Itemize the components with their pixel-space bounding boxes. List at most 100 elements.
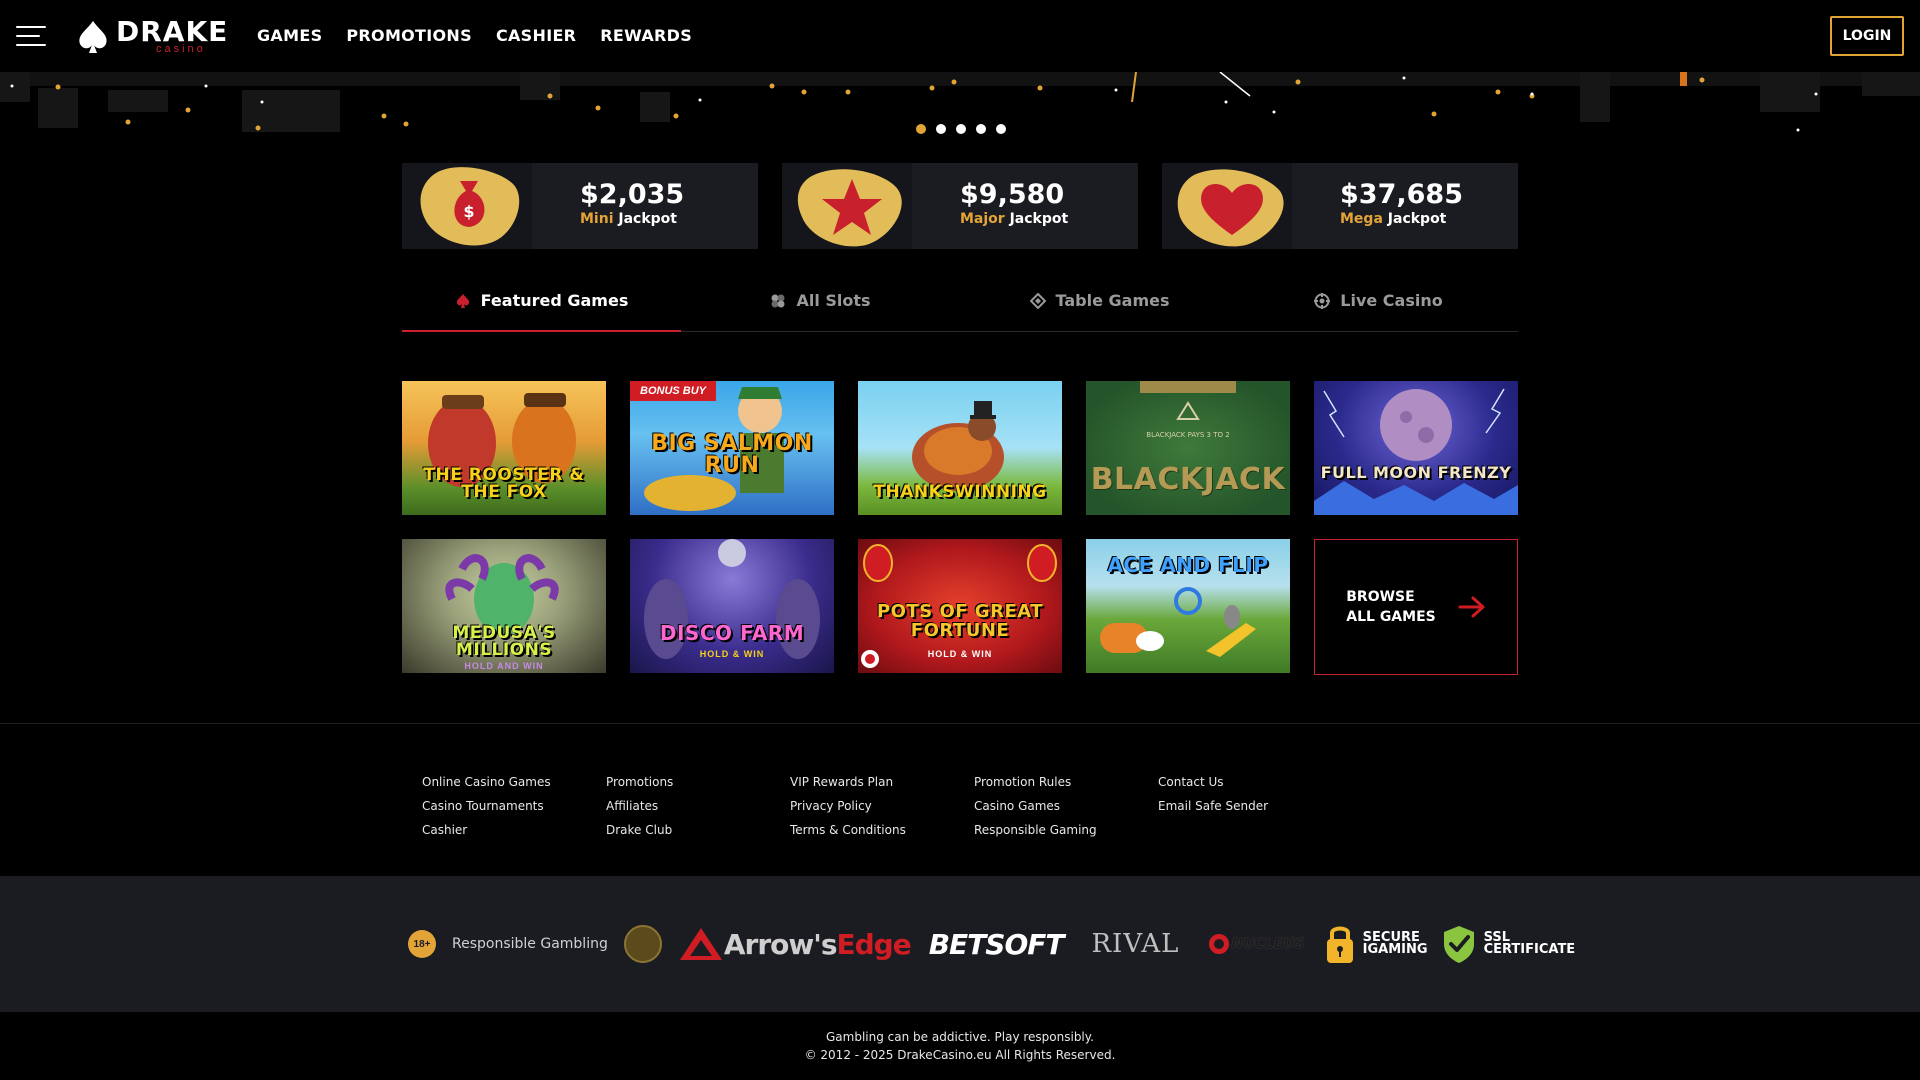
jackpot-label: Major Jackpot — [960, 211, 1069, 227]
game-title: THANKSWINNING — [873, 482, 1047, 502]
footer-col: Contact Us Email Safe Sender — [1158, 770, 1342, 842]
game-tile-rooster-fox[interactable]: THE ROOSTER & THE FOX — [402, 381, 606, 515]
nucleus-logo: NUCLEUS — [1209, 934, 1305, 954]
footer-link[interactable]: Casino Tournaments — [422, 794, 606, 818]
arrows-edge-icon — [679, 928, 722, 960]
copyright-footer: Gambling can be addictive. Play responsi… — [0, 1012, 1920, 1080]
age-18-badge: 18+ — [408, 930, 436, 958]
footer-link[interactable]: Drake Club — [606, 818, 790, 842]
game-tile-full-moon-frenzy[interactable]: FULL MOON FRENZY — [1314, 381, 1518, 515]
game-title: ACE AND FLIP — [1107, 553, 1269, 577]
jackpot-mini: $ $2,035 Mini Jackpot — [402, 163, 758, 249]
footer-link[interactable]: Privacy Policy — [790, 794, 974, 818]
jackpot-label: Mega Jackpot — [1340, 211, 1447, 227]
jackpot-panels: $ $2,035 Mini Jackpot $9,580 Major Jackp… — [402, 163, 1518, 249]
money-bag-icon: $ — [420, 167, 520, 246]
jackpot-amount: $9,580 — [960, 179, 1065, 210]
game-tile-ace-and-flip[interactable]: ACE AND FLIP — [1086, 539, 1290, 673]
footer-link[interactable]: Online Casino Games — [422, 770, 606, 794]
footer-link[interactable]: Email Safe Sender — [1158, 794, 1342, 818]
tab-featured-games[interactable]: Featured Games — [402, 270, 681, 332]
responsible-notice: Gambling can be addictive. Play responsi… — [826, 1030, 1094, 1044]
chip-icon — [1314, 292, 1331, 309]
footer-col: Online Casino Games Casino Tournaments C… — [422, 770, 606, 842]
game-tile-big-salmon-run[interactable]: BONUS BUY BIG SALMON RUN — [630, 381, 834, 515]
carousel-dot[interactable] — [976, 124, 986, 134]
footer-link[interactable]: Promotion Rules — [974, 770, 1158, 794]
top-header: DRAKE casino GAMES PROMOTIONS CASHIER RE… — [0, 0, 1920, 72]
ssl-certificate-badge: SSL CERTIFICATE — [1442, 924, 1575, 964]
secure-igaming-badge: SECURE IGAMING — [1325, 923, 1428, 965]
footer-link[interactable]: Responsible Gaming — [974, 818, 1158, 842]
nav-cashier[interactable]: CASHIER — [496, 26, 576, 45]
tab-live-casino[interactable]: Live Casino — [1239, 270, 1518, 331]
footer-links-section: Online Casino Games Casino Tournaments C… — [0, 723, 1920, 876]
menu-icon[interactable] — [16, 26, 46, 46]
tab-table-games[interactable]: Table Games — [960, 270, 1239, 331]
slots-icon — [771, 294, 785, 307]
jackpot-major: $9,580 Major Jackpot — [782, 163, 1138, 249]
game-subtitle: HOLD & WIN — [699, 649, 765, 659]
star-icon — [797, 169, 902, 247]
svg-text:BLACKJACK PAYS 3 TO 2: BLACKJACK PAYS 3 TO 2 — [1146, 431, 1229, 439]
carousel-dot[interactable] — [936, 124, 946, 134]
footer-links: Online Casino Games Casino Tournaments C… — [422, 770, 1342, 842]
game-title: FULL MOON FRENZY — [1320, 463, 1512, 482]
drake-logo[interactable]: DRAKE casino — [76, 18, 228, 55]
jackpot-amount: $2,035 — [580, 179, 685, 210]
carousel-dot[interactable] — [956, 124, 966, 134]
game-tile-medusas-millions[interactable]: MEDUSA'S MILLIONS HOLD AND WIN — [402, 539, 606, 673]
game-artwork — [1314, 388, 1518, 515]
login-button[interactable]: LOGIN — [1830, 16, 1904, 56]
featured-games-grid: THE ROOSTER & THE FOX BONUS BUY BIG SALM… — [402, 381, 1518, 675]
carousel-dots — [916, 124, 1006, 134]
game-tile-blackjack[interactable]: BLACKJACK PAYS 3 TO 2 BLACKJACK — [1086, 381, 1290, 515]
nav-promotions[interactable]: PROMOTIONS — [346, 26, 472, 45]
copyright-text: © 2012 - 2025 DrakeCasino.eu All Rights … — [804, 1048, 1116, 1062]
nucleus-ring-icon — [1209, 934, 1230, 954]
carousel-dot[interactable] — [996, 124, 1006, 134]
nav-games[interactable]: GAMES — [257, 26, 322, 45]
game-tile-disco-farm[interactable]: DISCO FARM HOLD & WIN — [630, 539, 834, 673]
browse-line-1: BROWSE — [1346, 589, 1415, 605]
game-category-tabs: Featured Games All Slots Table Games Liv… — [402, 270, 1518, 332]
footer-col: Promotion Rules Casino Games Responsible… — [974, 770, 1158, 842]
tab-all-slots[interactable]: All Slots — [681, 270, 960, 331]
footer-col: VIP Rewards Plan Privacy Policy Terms & … — [790, 770, 974, 842]
partners-bar: 18+ Responsible Gambling Arrow'sEdge BET… — [0, 876, 1920, 1012]
city-skyline-image — [0, 72, 1920, 152]
spade-icon — [456, 293, 469, 308]
footer-link[interactable]: Terms & Conditions — [790, 818, 974, 842]
game-tile-thankswinning[interactable]: THANKSWINNING — [858, 381, 1062, 515]
footer-link[interactable]: Casino Games — [974, 794, 1158, 818]
arrow-right-icon — [1458, 596, 1485, 618]
game-title: POTS OF GREAT FORTUNE — [876, 601, 1044, 642]
footer-col: Promotions Affiliates Drake Club — [606, 770, 790, 842]
padlock-icon — [1326, 926, 1353, 963]
footer-link[interactable]: VIP Rewards Plan — [790, 770, 974, 794]
jackpot-mega: $37,685 Mega Jackpot — [1162, 163, 1518, 249]
footer-link[interactable]: Promotions — [606, 770, 790, 794]
shield-check-icon — [1443, 926, 1474, 963]
game-title: MEDUSA'S MILLIONS — [452, 623, 556, 660]
footer-link[interactable]: Contact Us — [1158, 770, 1342, 794]
heart-icon — [1177, 169, 1284, 247]
betsoft-logo: BETSOFT — [928, 927, 1065, 961]
carousel-dot[interactable] — [916, 124, 926, 134]
game-title: THE ROOSTER & THE FOX — [423, 465, 585, 502]
game-tile-pots-of-great-fortune[interactable]: POTS OF GREAT FORTUNE HOLD & WIN — [858, 539, 1062, 673]
footer-link[interactable]: Cashier — [422, 818, 606, 842]
game-subtitle: HOLD AND WIN — [464, 661, 544, 671]
footer-link[interactable]: Affiliates — [606, 794, 790, 818]
jackpot-label: Mini Jackpot — [580, 211, 677, 227]
browse-all-games-button[interactable]: BROWSE ALL GAMES — [1314, 539, 1518, 675]
spade-logo-icon — [79, 20, 107, 53]
nav-rewards[interactable]: REWARDS — [600, 26, 692, 45]
game-title: BLACKJACK — [1090, 462, 1286, 497]
svg-text:$: $ — [463, 202, 474, 221]
browse-line-2: ALL GAMES — [1346, 609, 1436, 625]
arrows-edge-logo: Arrow'sEdge — [678, 926, 912, 962]
hero-banner[interactable] — [0, 72, 1920, 152]
jackpot-amount: $37,685 — [1340, 179, 1463, 210]
responsible-gambling-link[interactable]: Responsible Gambling — [452, 936, 608, 952]
